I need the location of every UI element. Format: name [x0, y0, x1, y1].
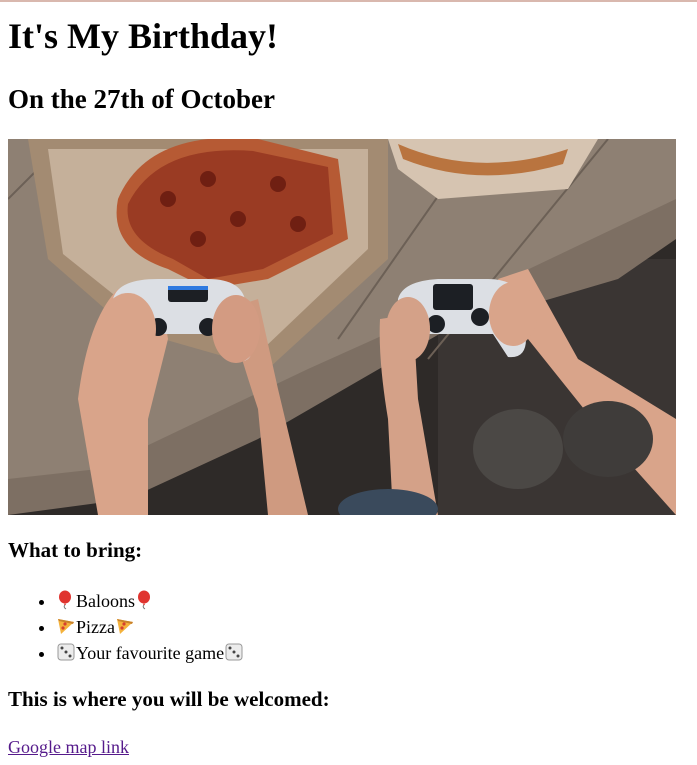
list-item-label: Pizza — [76, 617, 115, 637]
page-title: It's My Birthday! — [8, 16, 278, 56]
list-item-balloons: Baloons — [56, 588, 244, 614]
list-item-game: Your favourite game — [56, 640, 244, 666]
pizza-icon — [56, 616, 76, 636]
list-item-label: Your favourite game — [76, 643, 225, 663]
dice-icon — [224, 642, 244, 662]
google-map-link[interactable]: Google map link — [8, 735, 129, 759]
balloon-icon — [56, 590, 76, 610]
bring-heading: What to bring: — [8, 538, 143, 562]
party-photo — [8, 139, 676, 515]
balloon-icon — [135, 590, 155, 610]
pizza-icon — [115, 616, 135, 636]
bring-list: Baloons Pizza Your favourite game — [0, 588, 244, 666]
page-subtitle: On the 27th of October — [8, 84, 275, 114]
pizza-and-controllers-illustration — [8, 139, 676, 515]
list-item-label: Baloons — [76, 591, 136, 611]
location-heading: This is where you will be welcomed: — [8, 687, 330, 711]
list-item-pizza: Pizza — [56, 614, 244, 640]
dice-icon — [56, 642, 76, 662]
